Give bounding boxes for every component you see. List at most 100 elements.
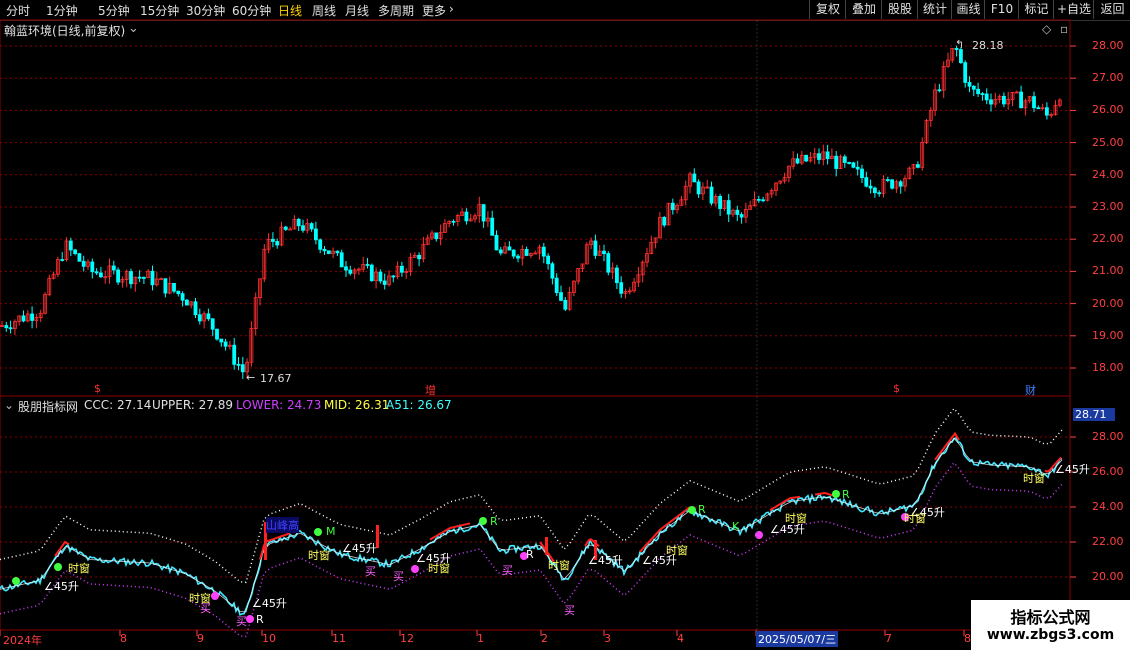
candle-body xyxy=(481,204,486,222)
candle-body xyxy=(378,271,383,282)
high-price-label: 28.18 xyxy=(972,39,1004,52)
candle-body xyxy=(546,255,550,265)
candle-body xyxy=(60,259,65,261)
candle-body xyxy=(180,293,185,301)
price-tick: 25.00 xyxy=(1092,135,1124,149)
candle-body xyxy=(1002,95,1006,105)
marker-k: K xyxy=(732,520,740,533)
candle-body xyxy=(99,272,103,278)
candle-body xyxy=(980,93,985,96)
spike-bar xyxy=(545,537,548,555)
candle-body xyxy=(718,195,722,209)
candle-body xyxy=(490,217,495,236)
candle-body xyxy=(817,153,821,160)
signal-dot xyxy=(246,615,254,623)
price-tick: 26.00 xyxy=(1092,103,1124,117)
event-dividend-2[interactable]: $ xyxy=(893,382,900,395)
candle-body xyxy=(417,254,422,260)
low-price-label: 17.67 xyxy=(260,372,292,385)
low-arrow-icon: ← xyxy=(246,371,256,384)
chart-canvas[interactable] xyxy=(0,0,1130,650)
event-dividend[interactable]: $ xyxy=(94,382,101,395)
candle-body xyxy=(593,240,598,256)
candle-body xyxy=(855,166,860,170)
candle-body xyxy=(206,313,211,320)
candle-body xyxy=(885,179,890,182)
candle-body xyxy=(219,338,224,343)
indicator-tick: 26.00 xyxy=(1092,465,1124,478)
price-tick: 21.00 xyxy=(1092,264,1124,278)
time-label: 4 xyxy=(677,632,684,645)
candle-body xyxy=(163,278,168,294)
candle-body xyxy=(976,88,980,95)
signal-dot xyxy=(12,577,20,585)
marker-buy: 买 xyxy=(365,565,376,578)
candle-body xyxy=(129,271,133,285)
candle-body xyxy=(550,263,555,279)
marker-time-window: 时窗 xyxy=(548,559,570,572)
candle-body xyxy=(898,181,903,187)
price-tick: 28.00 xyxy=(1092,39,1124,52)
candle-body xyxy=(365,264,370,266)
marker-buy: 买 xyxy=(564,604,575,617)
candle-body xyxy=(619,282,624,294)
marker-time-window: 时窗 xyxy=(904,512,926,525)
a51-value: A51: 26.67 xyxy=(386,398,452,412)
candle-body xyxy=(563,299,568,310)
marker-r: R xyxy=(842,488,850,501)
candle-body xyxy=(761,199,765,202)
signal-dot xyxy=(54,563,62,571)
chevron-down-icon[interactable]: ⌄ xyxy=(128,21,139,36)
candle-body xyxy=(77,253,82,262)
candle-body xyxy=(275,241,280,246)
candle-body xyxy=(197,314,202,322)
signal-dot xyxy=(688,506,696,514)
marker-time-window: 时窗 xyxy=(308,549,330,562)
candle-body xyxy=(851,162,856,168)
panel-settings-icon[interactable]: ▫ xyxy=(1060,22,1068,36)
marker-buy: 买 xyxy=(200,602,211,615)
candle-body xyxy=(236,363,241,366)
indicator-tick: 28.00 xyxy=(1092,430,1124,443)
candle-body xyxy=(1045,107,1049,116)
candle-body xyxy=(434,232,439,240)
time-label: 12 xyxy=(400,632,414,645)
candle-body xyxy=(326,250,331,255)
candle-body xyxy=(344,266,348,271)
candle-body xyxy=(709,186,714,204)
candle-body xyxy=(989,99,993,105)
indicator-tick: 24.00 xyxy=(1092,500,1124,513)
marker-r: R xyxy=(526,548,534,561)
marker-45-up: ∠45升 xyxy=(1055,463,1090,476)
event-add-shares[interactable]: 增 xyxy=(425,382,436,398)
mid-value: MID: 26.31 xyxy=(324,398,390,412)
candle-body xyxy=(524,248,529,256)
candle-body xyxy=(4,325,9,329)
diamond-icon[interactable]: ◇ xyxy=(1042,22,1051,36)
marker-time-window: 时窗 xyxy=(785,512,807,525)
event-finance[interactable]: 财 xyxy=(1025,382,1036,398)
candle-body xyxy=(735,209,740,215)
candle-body xyxy=(240,364,245,373)
candle-body xyxy=(464,211,469,222)
candle-body xyxy=(111,265,116,271)
time-label: 7 xyxy=(885,632,892,645)
price-tick: 20.00 xyxy=(1092,296,1124,310)
candle-body xyxy=(559,292,563,301)
signal-dot xyxy=(832,490,840,498)
candle-body xyxy=(963,62,968,83)
high-arrow-icon: ↰ xyxy=(955,38,965,51)
marker-buy: 买 xyxy=(393,570,404,583)
marker-time-window: 时窗 xyxy=(666,544,688,557)
candle-body xyxy=(971,85,976,90)
price-tick: 22.00 xyxy=(1092,232,1124,246)
candle-body xyxy=(1032,96,1036,109)
candle-body xyxy=(21,315,26,322)
candle-body xyxy=(176,290,181,295)
marker-time-window: 时窗 xyxy=(68,562,90,575)
candle-body xyxy=(602,250,606,254)
indicator-menu-icon[interactable]: ⌄ xyxy=(4,398,14,412)
signal-dot xyxy=(479,517,487,525)
candle-body xyxy=(339,252,344,268)
marker-r: R xyxy=(490,515,498,528)
